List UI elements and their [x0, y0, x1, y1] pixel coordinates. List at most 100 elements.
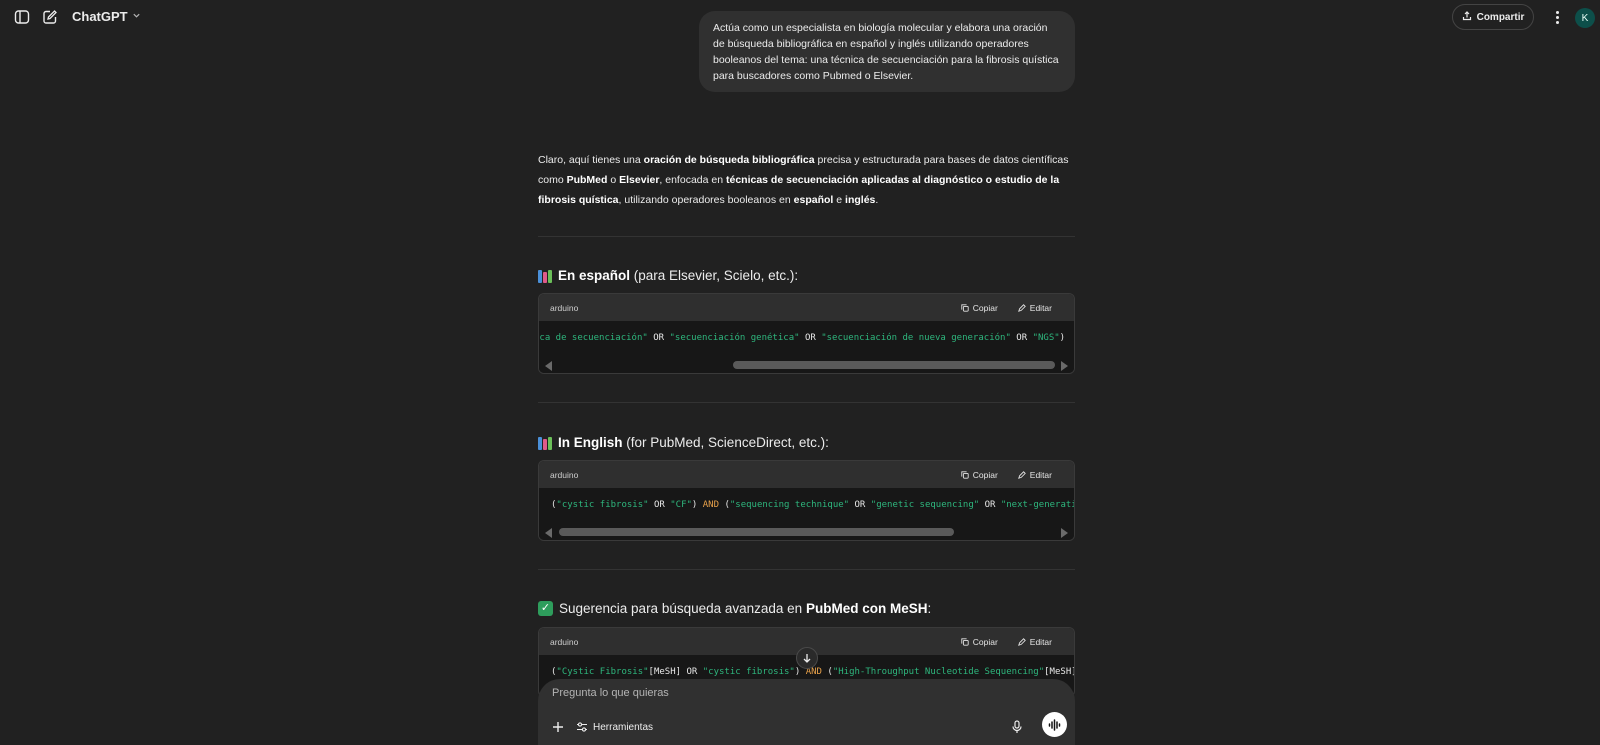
model-name: ChatGPT — [72, 9, 128, 24]
microphone-icon — [1012, 720, 1022, 733]
section-title-bold: In English — [558, 435, 623, 450]
add-attachment-button[interactable] — [550, 719, 566, 735]
check-icon: ✓ — [538, 601, 553, 616]
horizontal-scrollbar[interactable] — [539, 524, 1074, 540]
scroll-to-bottom-button[interactable] — [796, 647, 818, 669]
edit-icon — [1017, 470, 1026, 479]
share-icon — [1462, 10, 1472, 24]
scroll-left-arrow-icon[interactable] — [545, 361, 552, 371]
section-title-rest: : — [927, 601, 932, 616]
copy-icon — [961, 637, 969, 646]
code-block-spanish: arduino Copiar Editar ica de secuenciaci… — [538, 293, 1075, 374]
more-options-icon[interactable] — [1550, 8, 1564, 26]
intro-bold: Elsevier — [619, 174, 660, 186]
code-token: OR — [1010, 333, 1033, 343]
code-body[interactable]: ("cystic fibrosis" OR "CF") AND ("sequen… — [539, 488, 1074, 540]
intro-text: , enfocada en — [659, 174, 726, 186]
tools-button[interactable]: Herramientas — [576, 719, 653, 735]
code-language: arduino — [550, 469, 579, 480]
intro-bold: oración de búsqueda bibliográfica — [643, 154, 815, 166]
code-string-token: "cystic fibrosis" — [702, 667, 795, 677]
intro-text: e — [833, 194, 846, 206]
arrow-down-icon — [803, 654, 811, 663]
scroll-left-arrow-icon[interactable] — [545, 528, 552, 538]
code-token: OR — [799, 333, 822, 343]
code-token: ( — [821, 667, 833, 677]
code-language: arduino — [550, 636, 579, 647]
code-line: ( "Cystic Fibrosis"[MeSH] OR "cystic fibr… — [551, 667, 1074, 677]
books-icon — [538, 269, 552, 283]
share-label: Compartir — [1476, 11, 1525, 23]
section-title-rest: (for PubMed, ScienceDirect, etc.): — [622, 435, 829, 450]
code-string-token: ica de secuenciación" — [539, 333, 648, 343]
intro-text: . — [875, 194, 879, 206]
code-string-token: "Cystic Fibrosis" — [556, 667, 649, 677]
edit-button[interactable]: Editar — [1017, 302, 1052, 313]
edit-button[interactable]: Editar — [1017, 637, 1052, 647]
copy-label: Copiar — [972, 302, 998, 313]
intro-text: Claro, aquí tienes una — [538, 154, 644, 166]
code-string-token: "CF" — [670, 500, 692, 510]
intro-bold: inglés — [845, 194, 876, 206]
copy-button[interactable]: Copiar — [961, 470, 998, 480]
code-string-token: "NGS" — [1032, 333, 1060, 343]
code-string-token: "High-Throughput Nucleotide Sequencing" — [832, 667, 1045, 677]
code-string-token: "next-generatio — [1000, 500, 1074, 510]
code-language: arduino — [550, 302, 579, 313]
copy-icon — [961, 303, 969, 312]
section-title-mesh: ✓ Sugerencia para búsqueda avanzada en P… — [538, 601, 931, 616]
voice-mode-button[interactable] — [1042, 712, 1067, 737]
edit-button[interactable]: Editar — [1017, 469, 1052, 480]
code-string-token: "genetic sequencing" — [870, 500, 980, 510]
code-body[interactable]: ica de secuenciación" OR "secuenciación … — [539, 321, 1074, 373]
intro-bold: PubMed — [566, 174, 608, 186]
edit-label: Editar — [1029, 302, 1052, 313]
prompt-input[interactable] — [552, 687, 992, 699]
section-title-english: In English (for PubMed, ScienceDirect, e… — [538, 435, 829, 450]
code-token: OR — [648, 500, 671, 510]
code-header: arduino Copiar Editar — [539, 461, 1074, 488]
code-token: OR — [979, 500, 1001, 510]
avatar[interactable]: K — [1575, 8, 1595, 28]
code-token: OR — [849, 500, 871, 510]
model-selector[interactable]: ChatGPT — [72, 9, 141, 24]
scrollbar-thumb[interactable] — [559, 528, 954, 536]
scrollbar-thumb[interactable] — [733, 361, 1055, 369]
copy-icon — [961, 470, 969, 479]
edit-icon — [1017, 303, 1026, 312]
sidebar-toggle-icon[interactable] — [12, 7, 32, 27]
code-string-token: "secuenciación genética" — [669, 333, 800, 343]
copy-button[interactable]: Copiar — [961, 637, 998, 647]
waveform-icon — [1048, 718, 1061, 731]
code-token: [MeSH] — [1044, 667, 1074, 677]
code-string-token: "cystic fibrosis" — [556, 500, 649, 510]
share-button[interactable]: Compartir — [1452, 4, 1534, 30]
sliders-icon — [577, 722, 587, 732]
scroll-right-arrow-icon[interactable] — [1061, 528, 1068, 538]
code-header: arduino Copiar Editar — [539, 294, 1074, 321]
code-block-english: arduino Copiar Editar ( "cystic fibrosis"… — [538, 460, 1075, 541]
section-title-pre: Sugerencia para búsqueda avanzada en — [559, 601, 806, 616]
code-keyword-token: AND — [702, 500, 720, 510]
chevron-down-icon — [132, 11, 141, 22]
assistant-intro: Claro, aquí tienes una oración de búsque… — [538, 150, 1078, 210]
edit-icon — [1017, 637, 1026, 646]
new-chat-icon[interactable] — [40, 7, 60, 27]
code-token: [MeSH] OR — [648, 667, 703, 677]
code-token: OR — [647, 333, 670, 343]
tools-label: Herramientas — [593, 721, 654, 733]
composer: Herramientas — [538, 679, 1075, 745]
books-icon — [538, 436, 552, 450]
edit-label: Editar — [1029, 469, 1052, 480]
section-title-bold: PubMed con MeSH — [805, 601, 928, 616]
copy-button[interactable]: Copiar — [961, 303, 998, 313]
code-token: ( — [719, 500, 730, 510]
section-title-spanish: En español (para Elsevier, Scielo, etc.)… — [538, 268, 798, 283]
intro-text: , utilizando operadores booleanos en — [618, 194, 794, 206]
section-title-rest: (para Elsevier, Scielo, etc.): — [630, 268, 799, 283]
scroll-right-arrow-icon[interactable] — [1061, 361, 1068, 371]
horizontal-scrollbar[interactable] — [539, 357, 1074, 373]
microphone-button[interactable] — [1008, 718, 1026, 736]
user-message: Actúa como un especialista en biología m… — [699, 11, 1075, 92]
intro-text: o — [607, 174, 620, 186]
